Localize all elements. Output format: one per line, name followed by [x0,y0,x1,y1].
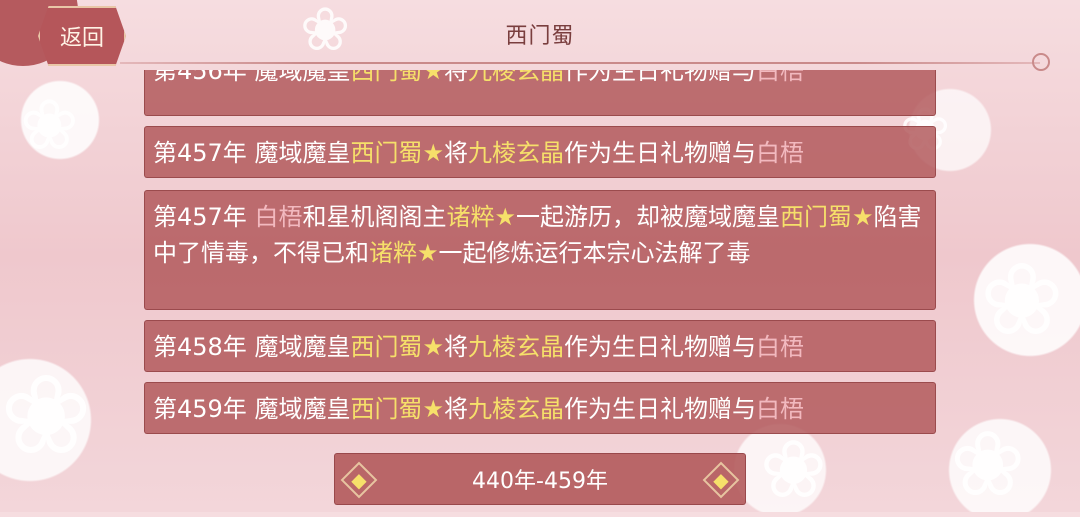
highlight-name: 白梧 [755,70,804,85]
event-year: 第458年 [153,333,247,361]
next-page-button[interactable]: ◆ [701,458,741,502]
event-entry: 第457年 魔域魔皇西门蜀★将九棱玄晶作为生日礼物赠与白梧 [144,126,936,178]
event-text: 魔域魔皇 [246,395,351,423]
highlight-name: 诸粹 [369,239,417,267]
highlight-name: 诸粹 [446,203,495,231]
event-text: 一起修炼运行本宗心法解了毒 [438,239,751,267]
event-text: 魔域魔皇 [246,139,351,167]
event-year: 第456年 [153,70,247,85]
highlight-name: 西门蜀 [350,70,423,85]
highlight-name: 白梧 [755,395,804,423]
event-text: 将 [443,139,468,167]
flower-decoration: ❀ [760,423,828,516]
event-list[interactable]: 第456年 魔域魔皇西门蜀★将九棱玄晶作为生日礼物赠与白梧 第457年 魔域魔皇… [144,70,936,440]
highlight-name: 白梧 [254,203,303,231]
event-year: 第457年 [153,139,247,167]
event-text: 作为生日礼物赠与 [563,70,756,85]
highlight-name: 西门蜀 [779,203,852,231]
event-year: 第459年 [153,395,247,423]
header-bar: 西门蜀 返回 [0,0,1080,71]
event-text: 作为生日礼物赠与 [563,333,756,361]
highlight-name: 九棱玄晶 [467,70,564,85]
event-entry: 第459年 魔域魔皇西门蜀★将九棱玄晶作为生日礼物赠与白梧 [144,382,936,434]
event-text: 一起游历，却被魔域魔皇 [515,203,780,231]
highlight-name: 九棱玄晶 [467,139,564,167]
event-text: 将 [443,70,468,85]
event-text: 魔域魔皇 [246,70,351,85]
header-ornament [1032,53,1050,71]
header-divider [120,62,1040,64]
event-text: 作为生日礼物赠与 [563,395,756,423]
year-range-pager: ◆ 440年-459年 ◆ [334,453,746,505]
year-range-label: 440年-459年 [472,469,608,494]
highlight-name: 西门蜀 [350,139,423,167]
flower-decoration: ❀ [0,351,93,479]
event-year: 第457年 [153,203,247,231]
event-text: 将 [443,395,468,423]
highlight-name: 九棱玄晶 [467,395,564,423]
highlight-name: 九棱玄晶 [467,333,564,361]
star-icon: ★ [422,333,444,361]
star-icon: ★ [422,70,444,85]
event-text: 将 [443,333,468,361]
back-button-wrapper: 返回 [0,0,138,86]
arrow-frame [702,461,740,499]
event-text: 魔域魔皇 [246,333,351,361]
highlight-name: 西门蜀 [350,395,423,423]
flower-decoration: ❀ [20,84,79,166]
event-entry: 第458年 魔域魔皇西门蜀★将九棱玄晶作为生日礼物赠与白梧 [144,320,936,372]
star-icon: ★ [851,203,874,231]
star-icon: ★ [422,395,444,423]
star-icon: ★ [422,139,444,167]
flower-decoration: ❀ [950,412,1026,517]
highlight-name: 西门蜀 [350,333,423,361]
event-text: 和星机阁阁主 [302,203,447,231]
event-entry: 第457年 白梧和星机阁阁主诸粹★一起游历，却被魔域魔皇西门蜀★陷害中了情毒，不… [144,190,936,310]
event-entry: 第456年 魔域魔皇西门蜀★将九棱玄晶作为生日礼物赠与白梧 [144,70,936,116]
page-title: 西门蜀 [505,24,575,49]
highlight-name: 白梧 [755,333,804,361]
flower-decoration: ❀ [980,241,1064,358]
highlight-name: 白梧 [755,139,804,167]
star-icon: ★ [417,239,439,267]
event-text: 作为生日礼物赠与 [563,139,756,167]
star-icon: ★ [494,203,516,231]
back-button[interactable]: 返回 [38,6,126,66]
